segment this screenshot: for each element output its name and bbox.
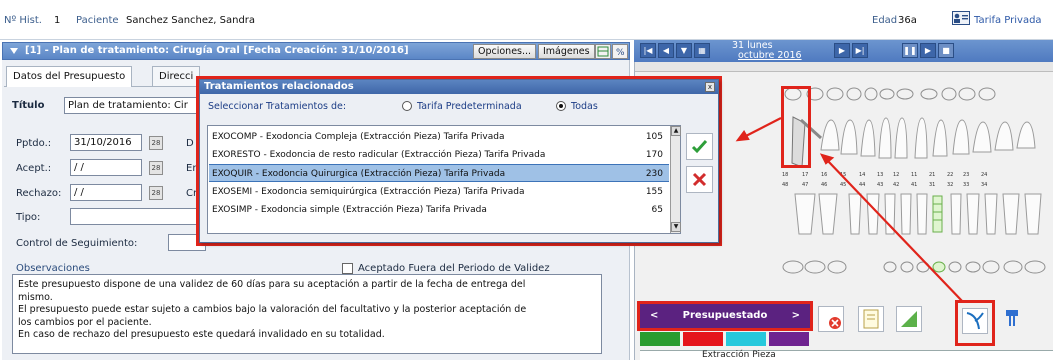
tab-datos-presupuesto[interactable]: Datos del Presupuesto	[6, 66, 133, 87]
bottom-treatment-text: Extracción Pieza	[702, 350, 776, 360]
bottom-treatment-row[interactable]: Extracción Pieza	[640, 350, 1053, 360]
annotation-arrows	[735, 117, 964, 303]
